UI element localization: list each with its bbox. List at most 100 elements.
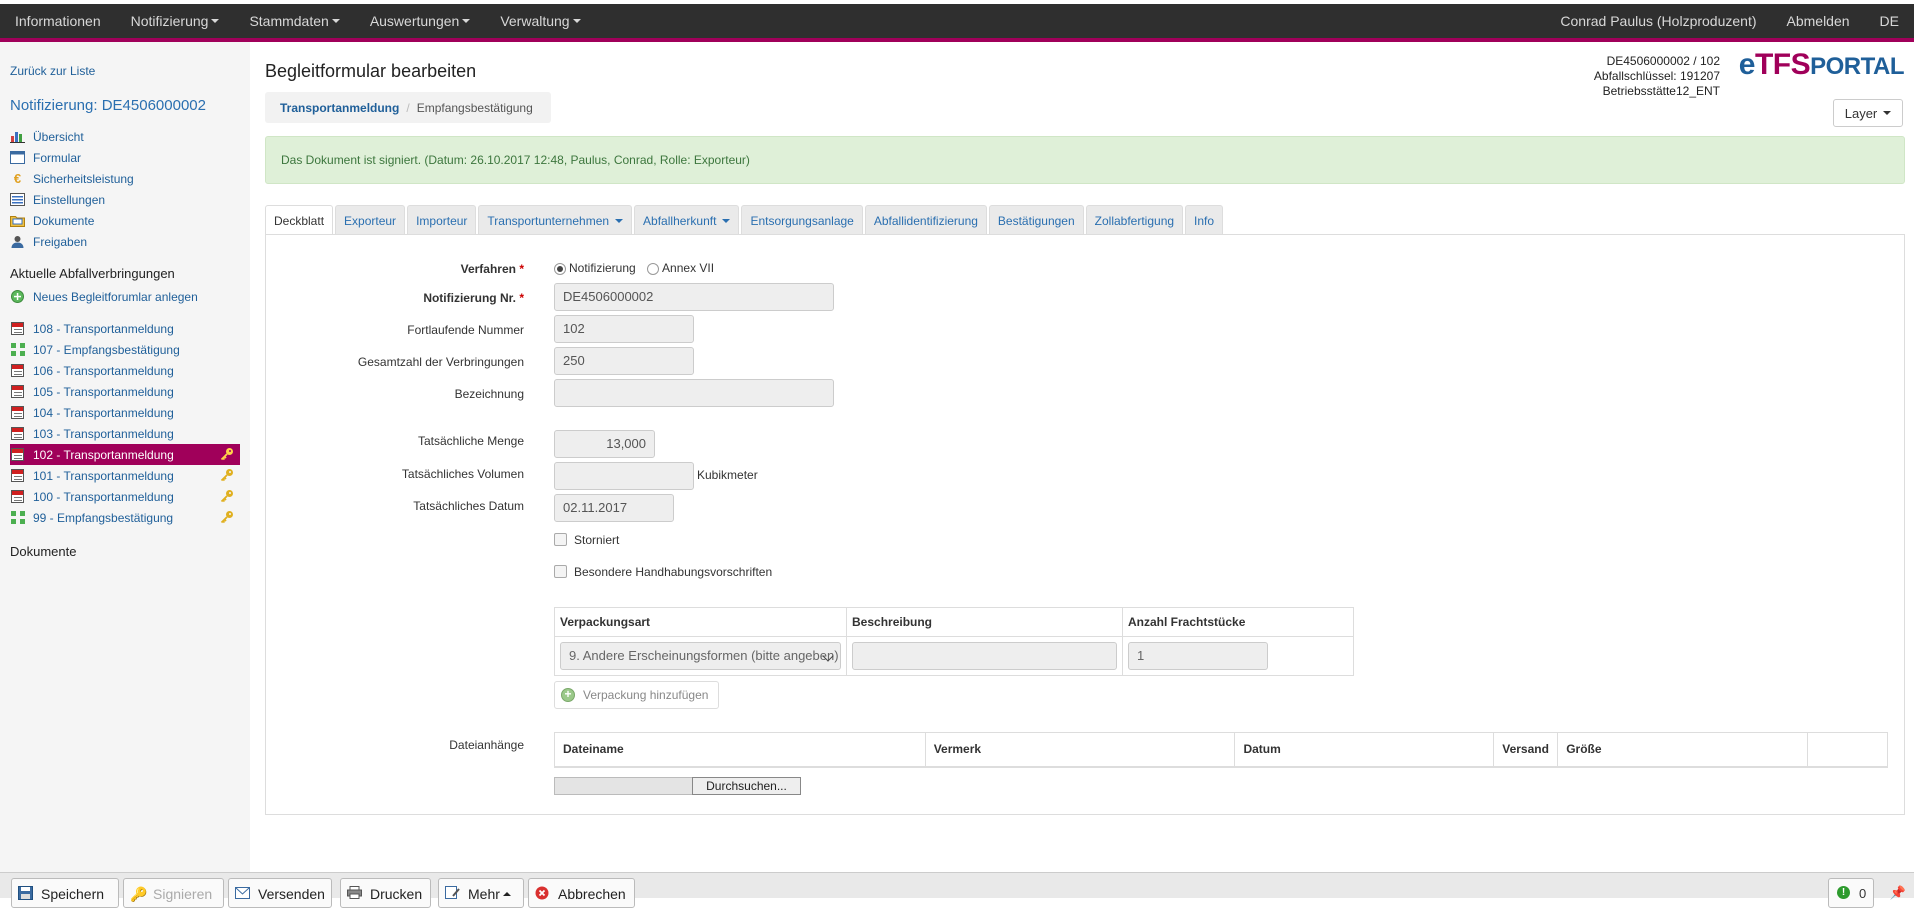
tab-exporteur[interactable]: Exporteur <box>335 205 406 235</box>
calendar-icon <box>10 406 25 419</box>
list-item[interactable]: 103 - Transportanmeldung <box>10 423 240 444</box>
sidebar-item-sicherheitsleistung[interactable]: € Sicherheitsleistung <box>10 168 240 189</box>
tab-panel-deckblatt <box>265 234 1905 815</box>
verpackungsart-select[interactable]: 9. Andere Erscheinungsformen (bitte ange… <box>560 642 841 670</box>
packaging-header-row: Verpackungsart Beschreibung Anzahl Frach… <box>554 607 1354 637</box>
settings-list-icon <box>10 193 25 206</box>
notification-title: Notifizierung: DE4506000002 <box>10 97 206 114</box>
datum-input[interactable]: 02.11.2017 <box>554 494 674 522</box>
tab-info[interactable]: Info <box>1185 205 1224 235</box>
breadcrumb-item-transportanmeldung[interactable]: Transportanmeldung <box>280 101 399 115</box>
col-groesse: Größe <box>1557 732 1809 768</box>
list-item[interactable]: 102 - Transportanmeldung <box>10 444 240 465</box>
storniert-label: Storniert <box>574 533 620 547</box>
cancel-circle-icon <box>535 886 550 900</box>
tab-deckblatt[interactable]: Deckblatt <box>265 205 334 236</box>
back-to-list-link[interactable]: Zurück zur Liste <box>10 64 95 78</box>
nav-item-verwaltung[interactable]: Verwaltung <box>485 4 595 38</box>
tab-importeur[interactable]: Importeur <box>407 205 477 235</box>
verfahren-label: Verfahren * <box>461 262 524 276</box>
logo-part-e: e <box>1738 48 1756 81</box>
tab-label: Zollabfertigung <box>1094 213 1175 228</box>
handhabung-label: Besondere Handhabungsvorschriften <box>574 565 773 579</box>
nav-item-informationen[interactable]: Informationen <box>0 4 116 38</box>
sidebar-item-freigaben[interactable]: Freigaben <box>10 231 240 252</box>
print-button[interactable]: Drucken <box>340 878 431 908</box>
breadcrumb-item-current: Empfangsbestätigung <box>416 100 533 115</box>
shipment-list: 108 - Transportanmeldung 107 - Empfangsbe… <box>10 318 240 528</box>
shipment-label: 108 - Transportanmeldung <box>33 321 174 336</box>
col-actions <box>1807 732 1888 768</box>
tab-label: Importeur <box>416 213 468 228</box>
add-packaging-button[interactable]: + Verpackung hinzufügen <box>554 681 720 709</box>
volumen-input[interactable] <box>554 462 694 490</box>
handhabung-checkbox[interactable] <box>554 565 567 578</box>
nav-item-stammdaten[interactable]: Stammdaten <box>234 4 354 38</box>
col-vermerk: Vermerk <box>924 732 1236 768</box>
anzahl-input[interactable]: 1 <box>1128 642 1268 670</box>
list-item[interactable]: 100 - Transportanmeldung <box>10 486 240 507</box>
more-dropdown-button[interactable]: Mehr <box>438 878 524 908</box>
notif-nr-input[interactable]: DE4506000002 <box>554 283 834 311</box>
language-switch[interactable]: DE <box>1865 4 1914 38</box>
tab-entsorgungsanlage[interactable]: Entsorgungsanlage <box>741 205 863 235</box>
sidebar-item-formular[interactable]: Formular <box>10 147 240 168</box>
status-indicator[interactable]: ! 0 <box>1828 878 1874 908</box>
radio-notifizierung[interactable] <box>554 262 566 275</box>
menge-input[interactable]: 13,000 <box>554 430 655 458</box>
nav-item-auswertungen[interactable]: Auswertungen <box>355 4 486 38</box>
list-item[interactable]: 107 - Empfangsbestätigung <box>10 339 240 360</box>
shipment-label: 104 - Transportanmeldung <box>33 405 174 420</box>
document-edit-icon <box>445 886 460 899</box>
list-item[interactable]: 101 - Transportanmeldung <box>10 465 240 486</box>
browse-button[interactable]: Durchsuchen... <box>692 777 801 795</box>
sidebar-item-dokumente[interactable]: Dokumente <box>10 210 240 231</box>
new-form-link[interactable]: Neues Begleitforumlar anlegen <box>10 286 198 307</box>
list-item[interactable]: 104 - Transportanmeldung <box>10 402 240 423</box>
euro-icon: € <box>13 171 22 186</box>
save-button[interactable]: Speichern <box>11 878 119 908</box>
storniert-checkbox[interactable] <box>554 533 567 546</box>
floppy-disk-icon <box>18 886 33 900</box>
send-button[interactable]: Versenden <box>228 878 332 908</box>
logout-link[interactable]: Abmelden <box>1772 4 1865 38</box>
list-item[interactable]: 105 - Transportanmeldung <box>10 381 240 402</box>
sidebar-item-label: Übersicht <box>33 129 84 144</box>
beschreibung-input[interactable] <box>852 642 1117 670</box>
sidebar-item-einstellungen[interactable]: Einstellungen <box>10 189 240 210</box>
fortl-nummer-label: Fortlaufende Nummer <box>407 323 524 337</box>
attachments-table: Dateiname Vermerk Datum Versand Größe <box>554 732 1888 768</box>
logo-part-tfs: TFS <box>1754 48 1811 81</box>
layer-dropdown-button[interactable]: Layer <box>1833 99 1903 127</box>
gesamtzahl-input[interactable]: 250 <box>554 347 694 375</box>
menge-label: Tatsächliche Menge <box>417 434 524 448</box>
sidebar-menu: Übersicht Formular € Sicherheitsleistung… <box>10 126 240 252</box>
caret-down-icon <box>572 19 581 23</box>
list-item[interactable]: 99 - Empfangsbestätigung <box>10 507 240 528</box>
pin-icon[interactable]: 📌 <box>1890 885 1906 901</box>
sign-button[interactable]: 🔑 Signieren <box>123 878 224 908</box>
tab-transportunternehmen[interactable]: Transportunternehmen <box>478 205 633 235</box>
list-item[interactable]: 108 - Transportanmeldung <box>10 318 240 339</box>
caret-down-icon <box>615 218 624 223</box>
user-name[interactable]: Conrad Paulus (Holzproduzent) <box>1545 4 1771 38</box>
envelope-icon <box>235 886 250 899</box>
shipment-label: 103 - Transportanmeldung <box>33 426 174 441</box>
cancel-label: Abbrechen <box>558 886 626 902</box>
sidebar-item-uebersicht[interactable]: Übersicht <box>10 126 240 147</box>
cancel-button[interactable]: Abbrechen <box>528 878 635 908</box>
sidebar-item-label: Formular <box>33 150 82 165</box>
list-item[interactable]: 106 - Transportanmeldung <box>10 360 240 381</box>
tab-abfallherkunft[interactable]: Abfallherkunft <box>634 205 740 235</box>
tab-zollabfertigung[interactable]: Zollabfertigung <box>1085 205 1184 235</box>
layer-label: Layer <box>1844 105 1878 121</box>
add-packaging-label: Verpackung hinzufügen <box>583 688 709 702</box>
bezeichnung-input[interactable] <box>554 379 834 407</box>
fortl-nummer-input[interactable]: 102 <box>554 315 694 343</box>
tab-bestätigungen[interactable]: Bestätigungen <box>988 205 1084 235</box>
datum-label: Tatsächliches Datum <box>413 499 524 513</box>
tab-abfallidentifizierung[interactable]: Abfallidentifizierung <box>864 205 987 235</box>
radio-annex-vii[interactable] <box>647 262 660 275</box>
sidebar-item-label: Einstellungen <box>33 192 106 207</box>
nav-item-notifizierung[interactable]: Notifizierung <box>116 4 235 38</box>
